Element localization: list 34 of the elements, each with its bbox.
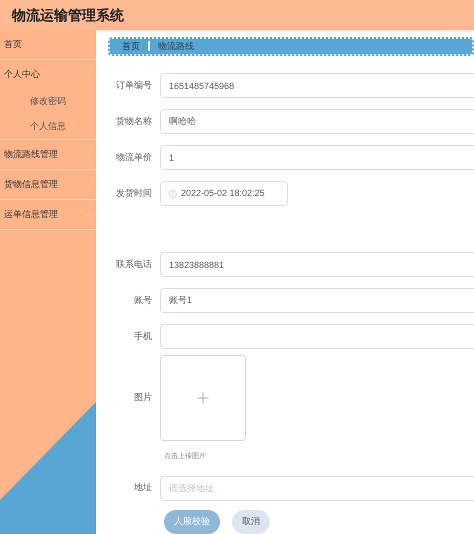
- input-field[interactable]: 啊哈哈: [160, 109, 474, 134]
- input-field[interactable]: 请选择地址: [160, 476, 474, 500]
- field-label: 订单编号: [115, 78, 153, 92]
- field-label: 物流单价: [115, 150, 153, 164]
- menu-item[interactable]: 运单信息管理: [0, 200, 96, 229]
- input-field[interactable]: 1: [160, 145, 474, 170]
- field-label: 账号: [133, 294, 153, 307]
- input-field[interactable]: 1651485745968: [160, 73, 474, 98]
- field-label: 手机: [133, 330, 153, 343]
- chevron-icon: [83, 210, 92, 219]
- input-field[interactable]: 13823888881: [160, 252, 474, 277]
- breadcrumb-link[interactable]: 物流路线: [158, 40, 194, 53]
- clock-icon: [169, 190, 177, 198]
- input-field[interactable]: [160, 324, 474, 349]
- menu-item[interactable]: 个人中心: [0, 60, 96, 89]
- chevron-icon: [83, 180, 92, 189]
- breadcrumb-link[interactable]: 首页: [122, 40, 140, 53]
- field-label: 货物名称: [115, 114, 153, 128]
- chevron-icon: [83, 70, 92, 79]
- menu-item[interactable]: 首页: [0, 30, 96, 59]
- app-title: 物流运输管理系统: [12, 6, 124, 24]
- field-label: 联系电话: [115, 258, 153, 271]
- submenu-item[interactable]: 修改密码: [0, 89, 96, 114]
- image-upload-box[interactable]: [160, 355, 246, 441]
- menu-item[interactable]: 物流路线管理: [0, 140, 96, 169]
- field-label: 地址: [133, 481, 153, 494]
- menu-item[interactable]: 货物信息管理: [0, 170, 96, 199]
- submenu-item[interactable]: 个人信息: [0, 114, 96, 139]
- form-button[interactable]: 取消: [232, 510, 270, 534]
- date-field[interactable]: 2022-05-02 18:02:25: [160, 181, 288, 206]
- input-field[interactable]: 账号1: [160, 288, 474, 313]
- chevron-icon: [83, 150, 92, 159]
- field-label: 发货时间: [115, 186, 153, 200]
- field-label: 图片: [133, 391, 153, 404]
